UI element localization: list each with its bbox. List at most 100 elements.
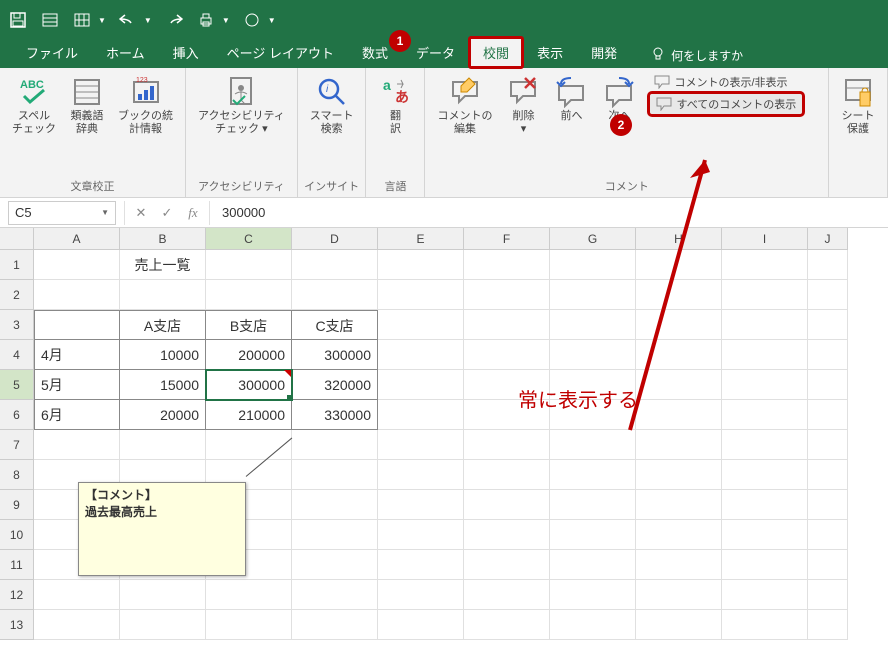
cell[interactable]: 330000 xyxy=(292,400,378,430)
cell[interactable]: 320000 xyxy=(292,370,378,400)
cell[interactable] xyxy=(120,580,206,610)
cell[interactable]: 300000 xyxy=(292,340,378,370)
cell[interactable] xyxy=(722,490,808,520)
cell[interactable] xyxy=(292,610,378,640)
cell[interactable] xyxy=(464,490,550,520)
cell[interactable] xyxy=(722,370,808,400)
spell-check-button[interactable]: ABC スペル チェック xyxy=(6,72,62,140)
cell[interactable] xyxy=(464,520,550,550)
row-header[interactable]: 4 xyxy=(0,340,34,370)
tab-file[interactable]: ファイル xyxy=(12,37,92,68)
cell[interactable] xyxy=(464,580,550,610)
cell[interactable] xyxy=(808,430,848,460)
cell[interactable] xyxy=(808,250,848,280)
cell[interactable] xyxy=(34,250,120,280)
thesaurus-button[interactable]: 類義語 辞典 xyxy=(64,72,110,140)
cell[interactable] xyxy=(378,250,464,280)
cell[interactable] xyxy=(722,580,808,610)
cell[interactable] xyxy=(722,610,808,640)
cell[interactable] xyxy=(292,580,378,610)
toggle-comment-button[interactable]: コメントの表示/非表示 xyxy=(650,72,802,92)
dropdown-icon[interactable]: ▼ xyxy=(98,16,106,25)
cell[interactable] xyxy=(292,280,378,310)
cell[interactable] xyxy=(550,460,636,490)
cell[interactable] xyxy=(464,340,550,370)
smart-lookup-button[interactable]: i スマート 検索 xyxy=(304,72,360,140)
cell[interactable] xyxy=(808,460,848,490)
row-header[interactable]: 6 xyxy=(0,400,34,430)
cell[interactable] xyxy=(378,490,464,520)
cell[interactable] xyxy=(206,580,292,610)
cell[interactable] xyxy=(808,550,848,580)
cell[interactable] xyxy=(378,580,464,610)
cell[interactable] xyxy=(808,400,848,430)
show-all-comments-button[interactable]: すべてのコメントの表示 xyxy=(650,94,802,114)
col-header[interactable]: B xyxy=(120,228,206,250)
cell[interactable] xyxy=(636,460,722,490)
cell[interactable] xyxy=(722,250,808,280)
cell[interactable] xyxy=(722,310,808,340)
cell[interactable] xyxy=(292,460,378,490)
comment-popup[interactable]: 【コメント】 過去最高売上 xyxy=(78,482,246,576)
enter-button[interactable]: ✓ xyxy=(157,205,177,221)
cell[interactable] xyxy=(808,280,848,310)
cell[interactable] xyxy=(464,610,550,640)
selected-cell[interactable]: 300000 xyxy=(206,370,292,400)
formula-input[interactable]: 300000 xyxy=(210,205,888,220)
cell[interactable] xyxy=(722,520,808,550)
prev-comment-button[interactable]: 前へ xyxy=(548,72,594,127)
cell[interactable] xyxy=(34,310,120,340)
cell[interactable] xyxy=(550,550,636,580)
cell[interactable] xyxy=(292,250,378,280)
name-box[interactable]: C5 ▼ xyxy=(8,201,116,225)
cell[interactable] xyxy=(636,610,722,640)
cell[interactable] xyxy=(722,280,808,310)
cell[interactable] xyxy=(378,400,464,430)
cancel-button[interactable]: ✕ xyxy=(131,205,151,221)
more-icon[interactable] xyxy=(242,10,262,30)
tell-me-search[interactable]: 何をしますか xyxy=(643,43,751,68)
row-header[interactable]: 11 xyxy=(0,550,34,580)
row-header[interactable]: 7 xyxy=(0,430,34,460)
cell[interactable] xyxy=(636,580,722,610)
cell[interactable] xyxy=(722,340,808,370)
print-icon[interactable] xyxy=(196,10,216,30)
cell[interactable] xyxy=(550,490,636,520)
cell[interactable] xyxy=(378,310,464,340)
cell[interactable] xyxy=(120,280,206,310)
dropdown-icon[interactable]: ▼ xyxy=(268,16,276,25)
col-header[interactable]: J xyxy=(808,228,848,250)
cell[interactable] xyxy=(464,310,550,340)
row-header[interactable]: 9 xyxy=(0,490,34,520)
cell[interactable]: 4月 xyxy=(34,340,120,370)
cell[interactable] xyxy=(722,430,808,460)
row-header[interactable]: 2 xyxy=(0,280,34,310)
tab-layout[interactable]: ページ レイアウト xyxy=(213,37,348,68)
row-header[interactable]: 5 xyxy=(0,370,34,400)
tab-review[interactable]: 校閲 xyxy=(469,37,523,68)
cell[interactable] xyxy=(378,430,464,460)
col-header[interactable]: D xyxy=(292,228,378,250)
cell[interactable] xyxy=(722,460,808,490)
cell[interactable] xyxy=(636,520,722,550)
workbook-stats-button[interactable]: 123 ブックの統 計情報 xyxy=(112,72,179,140)
cell[interactable] xyxy=(378,610,464,640)
cell[interactable] xyxy=(34,280,120,310)
cell[interactable] xyxy=(808,490,848,520)
cell[interactable] xyxy=(808,610,848,640)
dropdown-icon[interactable]: ▼ xyxy=(222,16,230,25)
cell[interactable]: B支店 xyxy=(206,310,292,340)
tab-home[interactable]: ホーム xyxy=(92,37,159,68)
cell[interactable] xyxy=(292,550,378,580)
row-header[interactable]: 13 xyxy=(0,610,34,640)
edit-comment-button[interactable]: コメントの 編集 xyxy=(431,72,498,140)
cell[interactable] xyxy=(464,280,550,310)
tab-dev[interactable]: 開発 xyxy=(577,37,631,68)
row-header[interactable]: 3 xyxy=(0,310,34,340)
cell[interactable] xyxy=(464,430,550,460)
cell[interactable] xyxy=(120,430,206,460)
cell[interactable] xyxy=(808,310,848,340)
grid-icon[interactable] xyxy=(72,10,92,30)
row-header[interactable]: 12 xyxy=(0,580,34,610)
cell[interactable] xyxy=(636,550,722,580)
